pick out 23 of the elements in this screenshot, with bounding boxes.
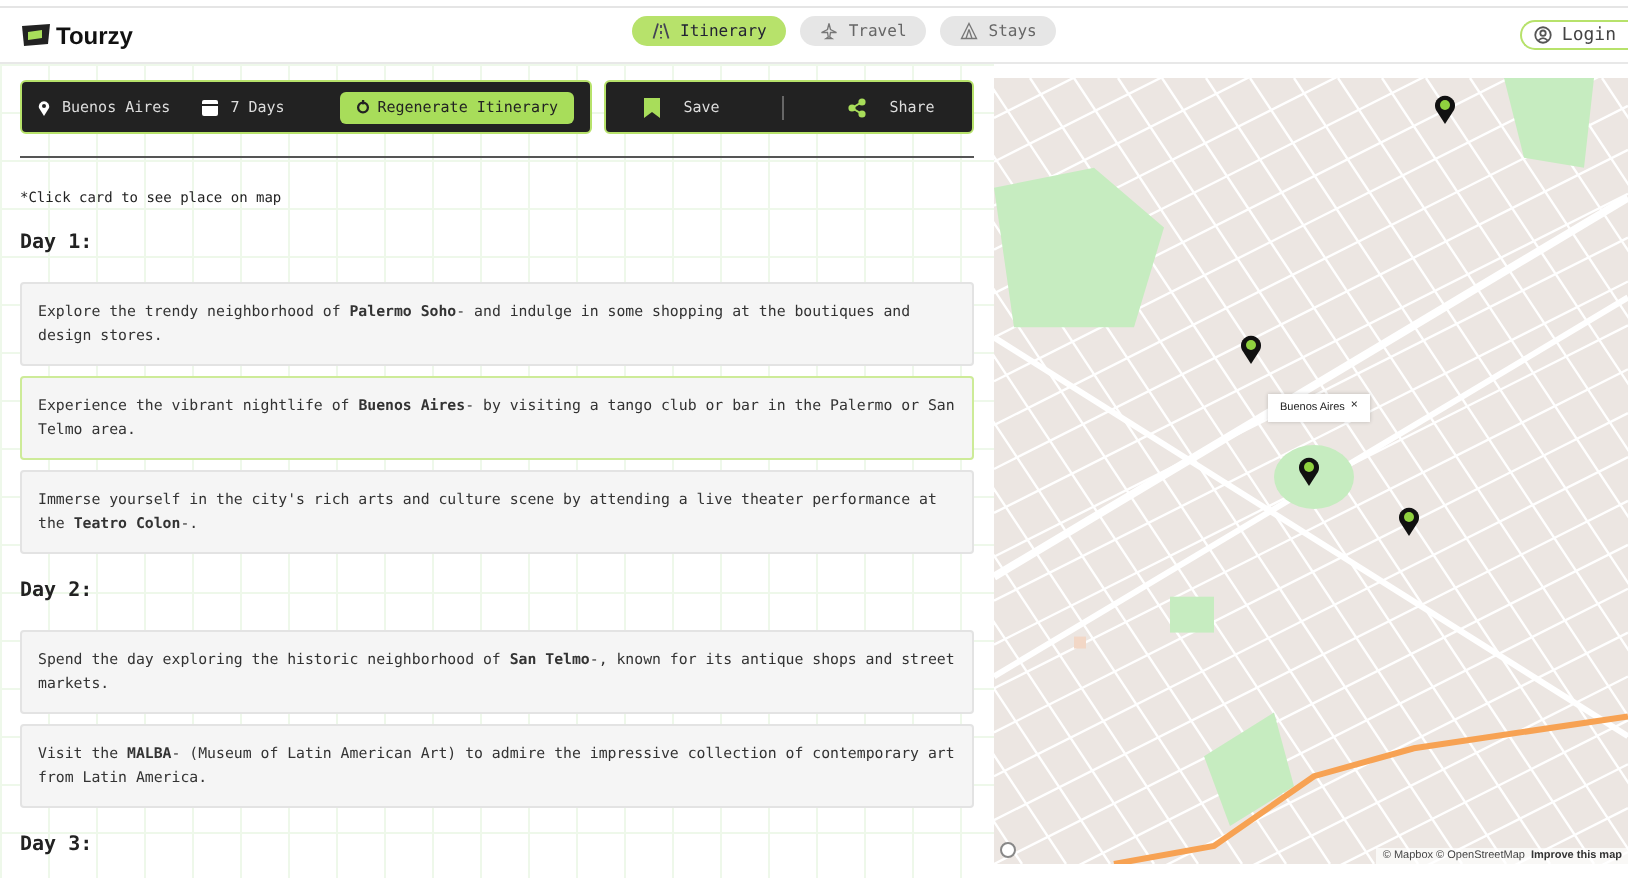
map-pin-icon[interactable]	[1398, 506, 1420, 536]
day-heading: Day 1:	[20, 232, 95, 254]
logo-icon	[22, 24, 50, 46]
day-heading: Day 2:	[20, 580, 95, 602]
mapbox-logo-icon	[1000, 842, 1016, 858]
tent-icon	[960, 22, 979, 40]
map-pin-icon[interactable]	[1434, 94, 1456, 124]
day-heading: Day 3:	[20, 834, 95, 856]
app-logo-text: Tourzy	[56, 21, 133, 49]
map-pin-icon[interactable]	[1298, 456, 1320, 486]
refresh-icon	[355, 100, 370, 114]
bookmark-icon	[643, 97, 660, 117]
road-icon	[652, 22, 670, 40]
login-button[interactable]: Login	[1519, 20, 1628, 50]
plane-icon	[820, 22, 839, 40]
user-icon	[1533, 26, 1552, 44]
nav-tab[interactable]: Stays	[940, 16, 1057, 46]
nav-tab[interactable]: Travel	[800, 16, 927, 46]
location-pin-icon	[38, 99, 50, 115]
nav-tab[interactable]: Itinerary	[632, 16, 787, 46]
calendar-icon	[202, 99, 219, 115]
share-icon	[847, 97, 866, 117]
map-pin-icon[interactable]	[1240, 334, 1262, 364]
